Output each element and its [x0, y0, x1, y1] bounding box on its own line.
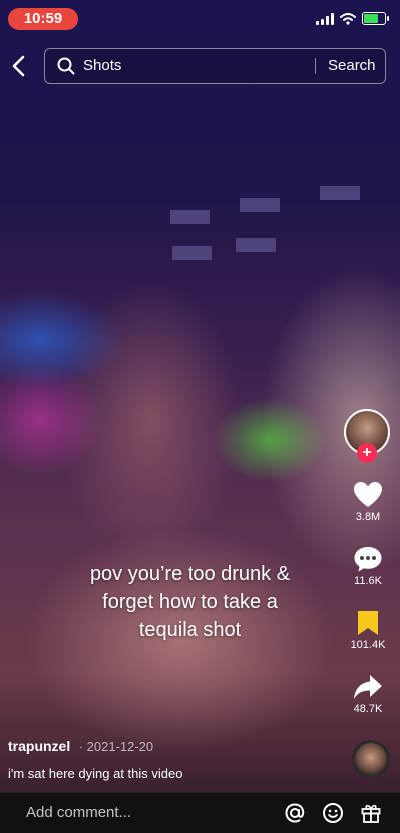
comment-bar: Add comment...: [0, 792, 400, 833]
ceiling-light: [170, 210, 210, 224]
creator-username[interactable]: trapunzel: [8, 738, 70, 754]
back-chevron-icon[interactable]: [8, 52, 30, 80]
caption-line: pov you’re too drunk &: [89, 563, 291, 585]
music-disc[interactable]: [352, 740, 390, 778]
comment-input[interactable]: Add comment...: [26, 804, 131, 821]
like-button[interactable]: 3.8M: [336, 481, 400, 523]
at-icon[interactable]: [284, 802, 306, 824]
search-divider: [315, 58, 316, 74]
creator-avatar-button[interactable]: +: [344, 409, 390, 463]
save-count: 101.4K: [350, 639, 386, 651]
wifi-icon: [340, 12, 356, 25]
share-icon: [354, 675, 382, 699]
comment-button[interactable]: 11.6K: [336, 545, 400, 587]
heart-icon: [354, 482, 382, 507]
comment-icon: [354, 547, 382, 572]
comment-count: 11.6K: [354, 575, 382, 587]
post-date: · 2021-12-20: [78, 739, 154, 754]
battery-icon: [362, 12, 389, 25]
cellular-signal-icon: [316, 12, 334, 25]
follow-button[interactable]: +: [357, 443, 377, 463]
search-icon: [57, 57, 75, 75]
ceiling-light: [172, 246, 212, 260]
bookmark-icon: [358, 611, 378, 635]
ceiling-light: [240, 198, 280, 212]
status-time: 10:59: [8, 8, 78, 30]
search-input[interactable]: Shots Search: [44, 48, 386, 84]
save-button[interactable]: 101.4K: [336, 609, 400, 651]
emoji-icon[interactable]: [322, 802, 344, 824]
gift-icon[interactable]: [360, 802, 382, 824]
ceiling-light: [236, 238, 276, 252]
video-meta: trapunzel · 2021-12-20: [8, 738, 153, 756]
like-count: 3.8M: [355, 511, 381, 523]
video-caption: pov you’re too drunk & forget how to tak…: [60, 560, 320, 644]
caption-line: tequila shot: [138, 619, 242, 641]
ceiling-light: [320, 186, 360, 200]
search-query: Shots: [83, 57, 122, 74]
search-header: Shots Search: [0, 48, 400, 84]
status-bar: 10:59: [0, 0, 400, 38]
share-button[interactable]: 48.7K: [336, 673, 400, 715]
search-button[interactable]: Search: [328, 57, 376, 74]
share-count: 48.7K: [353, 703, 383, 715]
video-description: i'm sat here dying at this video: [8, 766, 183, 781]
caption-line: forget how to take a: [102, 591, 278, 613]
status-icons: [316, 12, 389, 25]
